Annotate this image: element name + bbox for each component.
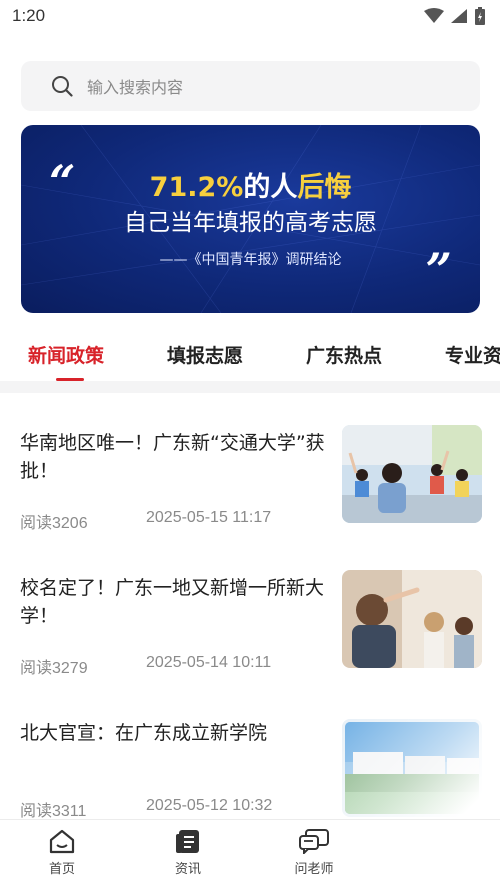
home-icon bbox=[49, 829, 75, 854]
status-time: 1:20 bbox=[12, 6, 46, 25]
banner-headline: 71.2%的人后悔 bbox=[21, 165, 480, 204]
news-icon bbox=[176, 830, 199, 853]
tab-guangdong-hot[interactable]: 广东热点 bbox=[306, 341, 382, 368]
battery-icon bbox=[475, 7, 485, 25]
tab-fill-application[interactable]: 填报志愿 bbox=[167, 341, 243, 368]
signal-icon bbox=[451, 9, 467, 23]
search-bar[interactable]: 输入搜索内容 bbox=[21, 61, 480, 111]
news-date: 2025-05-14 10:11 bbox=[146, 654, 272, 671]
tab-news-policy[interactable]: 新闻政策 bbox=[28, 341, 104, 368]
banner-headline-mid: 的人 bbox=[243, 172, 298, 203]
news-thumbnail bbox=[342, 719, 482, 817]
campus-photo-image bbox=[345, 722, 479, 814]
news-item[interactable]: 华南地区唯一！广东新“交通大学”获批！ 阅读3206 2025-05-15 11… bbox=[0, 425, 500, 574]
news-title: 北大官宣：在广东成立新学院 bbox=[20, 722, 268, 744]
news-item[interactable]: 校名定了！广东一地又新增一所新大学！ 阅读3279 2025-05-14 10:… bbox=[0, 570, 500, 719]
news-read-count: 阅读3206 bbox=[20, 515, 88, 532]
nav-ask-teacher[interactable]: 问老师 bbox=[274, 828, 354, 877]
category-tabs: 新闻政策 填报志愿 广东热点 专业资 bbox=[0, 333, 500, 381]
banner[interactable]: “ ” 71.2%的人后悔 自己当年填报的高考志愿 ——《中国青年报》调研结论 bbox=[21, 125, 480, 313]
tab-majors[interactable]: 专业资 bbox=[445, 341, 500, 368]
wifi-icon bbox=[424, 8, 444, 23]
nav-news[interactable]: 资讯 bbox=[148, 828, 228, 877]
nav-home-label: 首页 bbox=[48, 862, 75, 877]
news-thumbnail bbox=[342, 425, 482, 523]
news-read-count: 阅读3311 bbox=[20, 803, 87, 820]
status-bar: 1:20 bbox=[0, 0, 500, 34]
section-divider bbox=[0, 381, 500, 393]
news-date: 2025-05-15 11:17 bbox=[146, 509, 272, 526]
lecture-photo-image bbox=[342, 570, 482, 668]
chat-icon bbox=[299, 829, 329, 854]
banner-subheadline: 自己当年填报的高考志愿 bbox=[124, 210, 377, 236]
classroom-photo-image bbox=[342, 425, 482, 523]
news-thumbnail bbox=[342, 570, 482, 668]
search-icon bbox=[52, 76, 73, 97]
news-read-count: 阅读3279 bbox=[20, 660, 88, 677]
nav-home[interactable]: 首页 bbox=[22, 828, 102, 877]
bottom-navigation: 首页 资讯 问老师 bbox=[0, 819, 500, 889]
banner-source: ——《中国青年报》调研结论 bbox=[159, 252, 342, 268]
nav-news-label: 资讯 bbox=[174, 862, 201, 877]
news-title: 校名定了！广东一地又新增一所新大学！ bbox=[20, 577, 325, 627]
status-icons bbox=[424, 6, 486, 26]
banner-headline-end: 后悔 bbox=[297, 172, 352, 203]
news-date: 2025-05-12 10:32 bbox=[146, 797, 273, 814]
banner-percentage: 71.2% bbox=[149, 172, 244, 203]
search-placeholder: 输入搜索内容 bbox=[87, 78, 184, 97]
nav-ask-teacher-label: 问老师 bbox=[294, 862, 334, 877]
news-title: 华南地区唯一！广东新“交通大学”获批！ bbox=[20, 432, 325, 482]
